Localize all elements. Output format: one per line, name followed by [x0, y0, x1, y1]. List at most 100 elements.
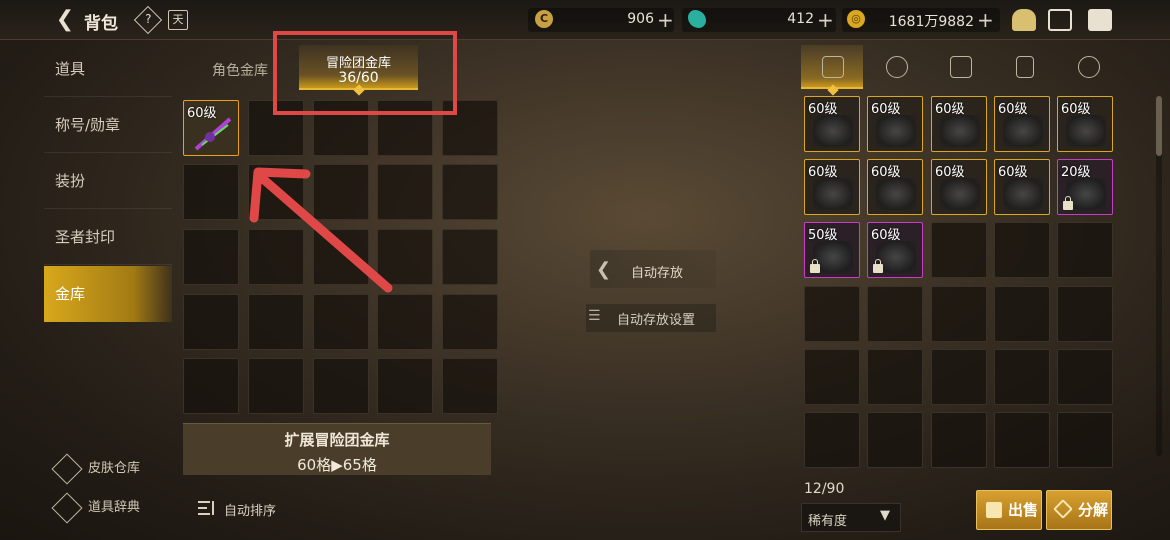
- tab-emblem[interactable]: [1057, 45, 1119, 89]
- inventory-empty-slot[interactable]: [1057, 222, 1113, 278]
- inventory-empty-slot[interactable]: [804, 412, 860, 468]
- vault-empty-slot[interactable]: [313, 294, 369, 350]
- sort-select-value: 稀有度: [808, 514, 848, 529]
- vault-empty-slot[interactable]: [377, 358, 433, 414]
- inventory-empty-slot[interactable]: [804, 286, 860, 342]
- inventory-empty-slot[interactable]: [931, 349, 987, 405]
- vault-empty-slot[interactable]: [183, 229, 239, 285]
- back-arrow-icon[interactable]: ❮: [52, 7, 78, 33]
- mail-icon[interactable]: [1048, 9, 1072, 31]
- item-dictionary-label: 道具辞典: [88, 500, 141, 515]
- shop-icon[interactable]: [1012, 9, 1036, 31]
- gem-add-button[interactable]: +: [817, 8, 834, 32]
- sidebar-item-costume[interactable]: 装扮: [44, 153, 172, 209]
- inventory-item-slot[interactable]: 60级: [994, 96, 1050, 152]
- tab-card[interactable]: [993, 45, 1055, 89]
- vault-empty-slot[interactable]: [183, 164, 239, 220]
- vault-empty-slot[interactable]: [183, 358, 239, 414]
- disassemble-button[interactable]: 分解: [1046, 490, 1112, 530]
- auto-store-label: 自动存放: [631, 266, 684, 281]
- inventory-item-slot[interactable]: 60级: [994, 159, 1050, 215]
- item-level-label: 60级: [871, 165, 901, 180]
- vault-empty-slot[interactable]: [248, 358, 304, 414]
- inventory-item-slot[interactable]: 60级: [867, 96, 923, 152]
- auto-sort-button[interactable]: 自动排序: [224, 500, 276, 519]
- inventory-count: 12/90: [804, 481, 845, 497]
- inventory-empty-slot[interactable]: [867, 412, 923, 468]
- sell-label: 出售: [1008, 501, 1039, 519]
- gem-icon: [688, 10, 706, 28]
- item-level-label: 60级: [871, 228, 901, 243]
- equipment-item-icon: [940, 115, 980, 147]
- item-level-label: 60级: [935, 102, 965, 117]
- gold-add-button[interactable]: +: [977, 8, 994, 32]
- sidebar-item-seal[interactable]: 圣者封印: [44, 209, 172, 265]
- material-icon: [950, 56, 972, 78]
- inventory-empty-slot[interactable]: [804, 349, 860, 405]
- inventory-item-slot[interactable]: 60级: [804, 159, 860, 215]
- tab-character-vault[interactable]: 角色金库: [212, 60, 268, 80]
- tab-equipment[interactable]: [801, 45, 863, 89]
- gold-icon: ◎: [847, 10, 865, 28]
- sidebar-item-titles[interactable]: 称号/勋章: [44, 97, 172, 153]
- skin-storage-link[interactable]: 皮肤仓库: [51, 452, 141, 485]
- inventory-item-slot[interactable]: 60级: [867, 222, 923, 278]
- inventory-item-slot[interactable]: 60级: [804, 96, 860, 152]
- sell-button[interactable]: 出售: [976, 490, 1042, 530]
- vault-empty-slot[interactable]: [442, 358, 498, 414]
- vault-empty-slot[interactable]: [442, 164, 498, 220]
- inventory-empty-slot[interactable]: [867, 286, 923, 342]
- tab-potion[interactable]: [865, 45, 927, 89]
- inventory-item-slot[interactable]: 60级: [1057, 96, 1113, 152]
- vault-empty-slot[interactable]: [442, 229, 498, 285]
- inventory-item-slot[interactable]: 50级: [804, 222, 860, 278]
- inventory-empty-slot[interactable]: [931, 286, 987, 342]
- calendar-icon[interactable]: 天: [168, 10, 188, 30]
- inventory-empty-slot[interactable]: [994, 349, 1050, 405]
- equipment-icon: [822, 56, 844, 78]
- vault-empty-slot[interactable]: [377, 294, 433, 350]
- vault-empty-slot[interactable]: [183, 294, 239, 350]
- inventory-empty-slot[interactable]: [1057, 412, 1113, 468]
- vault-empty-slot[interactable]: [442, 294, 498, 350]
- scrollbar-thumb[interactable]: [1156, 96, 1162, 156]
- equipment-item-icon: [1066, 115, 1106, 147]
- inventory-empty-slot[interactable]: [1057, 349, 1113, 405]
- vault-empty-slot[interactable]: [313, 358, 369, 414]
- gold-value: 1681万9882: [888, 14, 974, 30]
- item-level-label: 60级: [998, 165, 1028, 180]
- vault-empty-slot[interactable]: [248, 294, 304, 350]
- sidebar-item-items[interactable]: 道具: [44, 41, 172, 97]
- equipment-item-icon: [876, 115, 916, 147]
- inventory-item-slot[interactable]: 60级: [931, 159, 987, 215]
- emblem-icon: [1078, 56, 1100, 78]
- inventory-empty-slot[interactable]: [931, 412, 987, 468]
- chat-icon[interactable]: [1088, 9, 1112, 31]
- sell-icon: [986, 502, 1002, 518]
- sort-icon[interactable]: [198, 500, 216, 516]
- inventory-empty-slot[interactable]: [867, 349, 923, 405]
- inventory-empty-slot[interactable]: [994, 286, 1050, 342]
- inventory-item-slot[interactable]: 20级: [1057, 159, 1113, 215]
- inventory-empty-slot[interactable]: [994, 222, 1050, 278]
- item-level-label: 60级: [935, 165, 965, 180]
- skin-storage-icon: [51, 452, 83, 485]
- inventory-empty-slot[interactable]: [1057, 286, 1113, 342]
- skin-storage-label: 皮肤仓库: [88, 461, 141, 476]
- vault-item-slot[interactable]: 60级: [183, 100, 239, 156]
- item-level-label: 60级: [871, 102, 901, 117]
- weapon-icon: [194, 117, 232, 151]
- inventory-empty-slot[interactable]: [994, 412, 1050, 468]
- item-level-label: 60级: [808, 165, 838, 180]
- inventory-item-slot[interactable]: 60级: [931, 96, 987, 152]
- item-dictionary-link[interactable]: 道具辞典: [51, 491, 141, 524]
- coin-add-button[interactable]: +: [657, 8, 674, 32]
- inventory-item-slot[interactable]: 60级: [867, 159, 923, 215]
- tab-material[interactable]: [929, 45, 991, 89]
- item-level-label: 50级: [808, 228, 838, 243]
- equipment-item-icon: [940, 178, 980, 210]
- gem-value: 412: [787, 11, 814, 27]
- sidebar-item-vault[interactable]: 金库: [44, 266, 172, 322]
- disassemble-label: 分解: [1078, 501, 1109, 519]
- inventory-empty-slot[interactable]: [931, 222, 987, 278]
